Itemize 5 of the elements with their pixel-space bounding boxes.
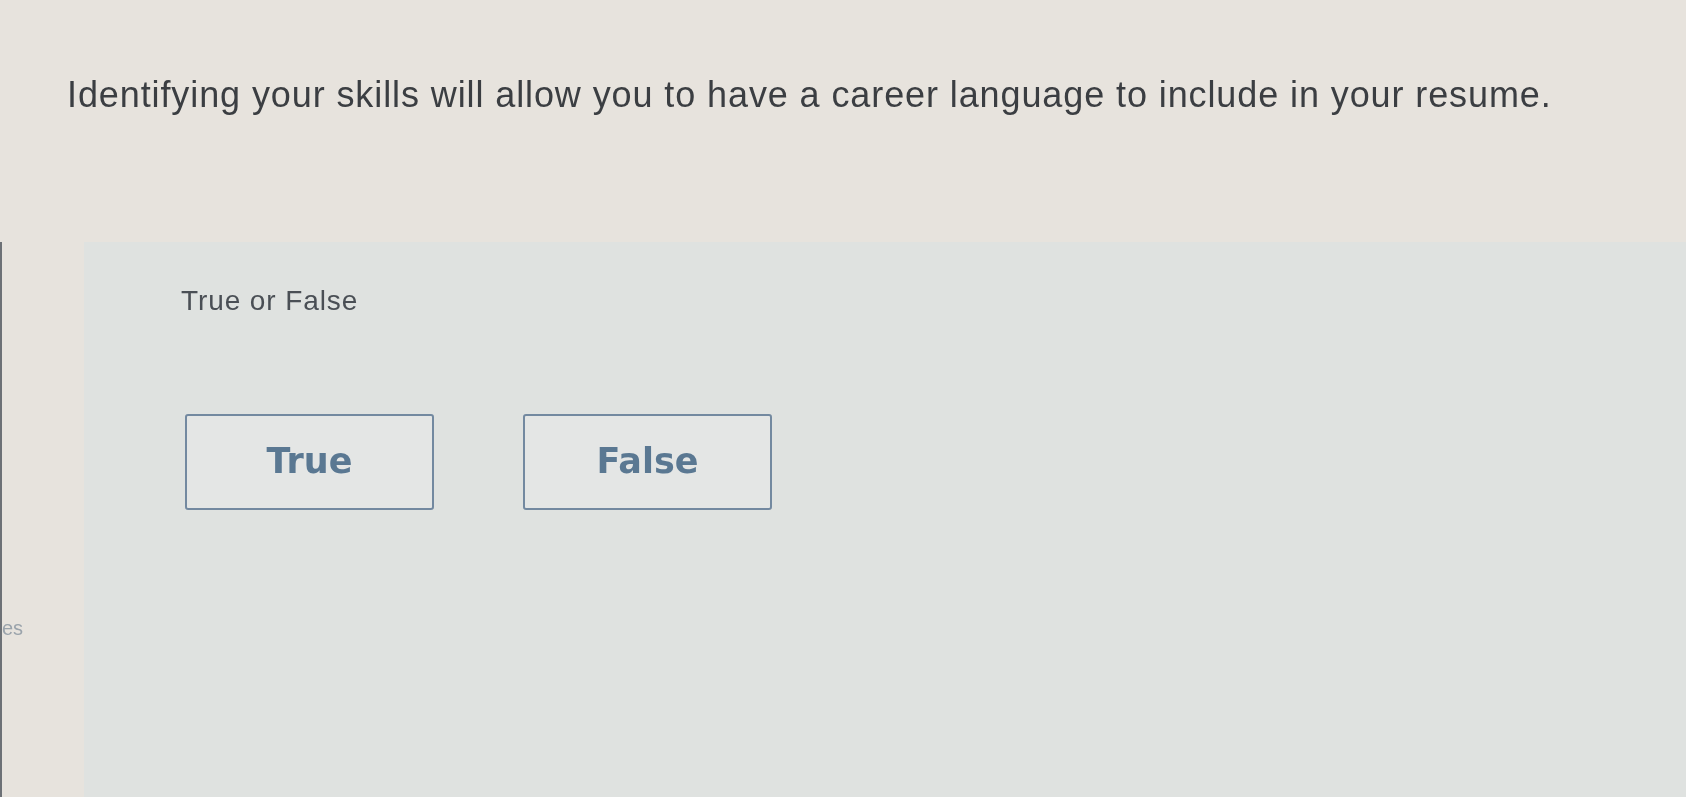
question-text: Identifying your skills will allow you to have a career language to include in your resume. — [67, 73, 1552, 117]
sidebar-text: es — [2, 616, 24, 640]
instruction-text: True or False — [181, 284, 359, 318]
answer-option-button[interactable]: False — [523, 413, 772, 510]
answer-option-button[interactable]: True — [185, 413, 434, 510]
